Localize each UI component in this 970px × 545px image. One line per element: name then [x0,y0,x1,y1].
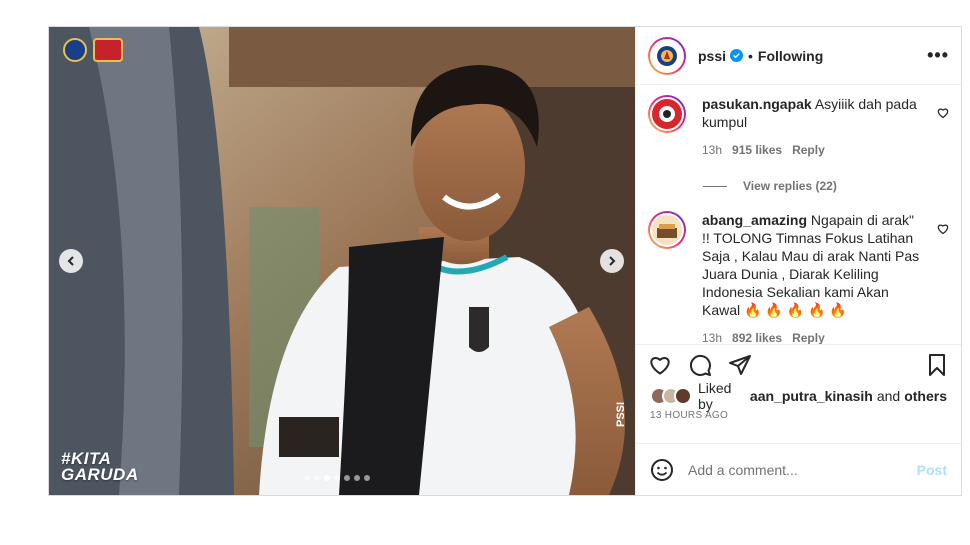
comment-username[interactable]: abang_amazing [702,212,807,228]
carousel-dot [314,475,320,481]
liker-avatar[interactable] [674,387,692,405]
action-bar [636,344,961,384]
replies-line [703,185,727,187]
comment-item: abang_amazing Ngapain di arak" !! TOLONG… [648,211,949,344]
like-heart-icon[interactable] [648,353,672,377]
verified-badge-icon [730,49,744,62]
comment-item: pasukan.ngapak Asyiiik dah pada kumpul 1… [648,95,949,159]
liker-avatars [650,387,692,405]
carousel-dot [334,475,340,481]
author-username[interactable]: pssi [698,48,726,64]
garuda-logo-badge [93,38,123,62]
pssi-avatar-icon [650,38,684,73]
comment-like-heart-icon[interactable] [937,223,949,235]
post-header: pssi • Following ••• [636,27,961,85]
comment-time[interactable]: 13h [702,141,722,159]
comments-list: pasukan.ngapak Asyiiik dah pada kumpul 1… [636,85,961,344]
pasukan-avatar-icon [650,97,684,131]
likes-summary: Liked by aan_putra_kinasih and others [636,380,961,412]
comment-body: abang_amazing Ngapain di arak" !! TOLONG… [702,211,922,344]
kita-garuda-overlay: #KITA GARUDA [61,450,139,484]
header-separator: • [748,47,753,64]
post-timestamp[interactable]: 13 HOURS AGO [636,410,961,421]
carousel-dot-active [324,475,330,481]
pssi-watermark: PSSI [615,401,627,427]
instagram-post: #KITA GARUDA PSSI pssi • Following ••• p… [48,26,962,496]
liked-by-and: and [876,388,901,404]
view-replies-button[interactable]: View replies (22) [703,179,949,193]
post-sidebar: pssi • Following ••• pasukan.ngapak Asyi… [635,27,961,495]
comment-likes[interactable]: 892 likes [732,329,782,344]
comment-bubble-icon[interactable] [688,353,712,377]
comment-time[interactable]: 13h [702,329,722,344]
carousel-prev-button[interactable] [59,249,83,273]
carousel-dot [354,475,360,481]
reply-button[interactable]: Reply [792,329,825,344]
chevron-left-icon [67,256,74,266]
carousel-dot [344,475,350,481]
post-comment-button[interactable]: Post [917,462,947,478]
reply-button[interactable]: Reply [792,141,825,159]
chevron-right-icon [609,256,616,266]
carousel-next-button[interactable] [600,249,624,273]
carousel-dot [304,475,310,481]
pssi-logo-badge [63,38,87,62]
commenter-avatar[interactable] [648,95,686,133]
overlay-line2: GARUDA [61,465,139,484]
comment-meta: 13h 915 likes Reply [702,141,922,159]
add-comment-input[interactable] [688,461,908,478]
post-media[interactable]: #KITA GARUDA PSSI [49,27,635,495]
comment-username[interactable]: pasukan.ngapak [702,96,812,112]
liked-by-others[interactable]: others [904,388,947,404]
following-button[interactable]: Following [758,48,823,64]
abang-avatar-icon [650,213,684,247]
emoji-smiley-icon[interactable] [650,458,674,482]
view-replies-label: View replies (22) [743,179,837,193]
carousel-dot [364,475,370,481]
share-paper-plane-icon[interactable] [728,353,752,377]
add-comment-bar: Post [636,443,961,495]
comment-meta: 13h 892 likes Reply [702,329,922,344]
more-options-icon[interactable]: ••• [927,45,949,66]
comment-like-heart-icon[interactable] [937,107,949,119]
post-photo [49,27,635,495]
carousel-dots [304,475,370,481]
author-avatar[interactable] [648,36,686,75]
liked-by-user[interactable]: aan_putra_kinasih [750,388,873,404]
bookmark-icon[interactable] [925,353,949,377]
comment-body: pasukan.ngapak Asyiiik dah pada kumpul 1… [702,95,922,159]
comment-likes[interactable]: 915 likes [732,141,782,159]
commenter-avatar[interactable] [648,211,686,249]
liked-by-prefix: Liked by [698,380,732,412]
